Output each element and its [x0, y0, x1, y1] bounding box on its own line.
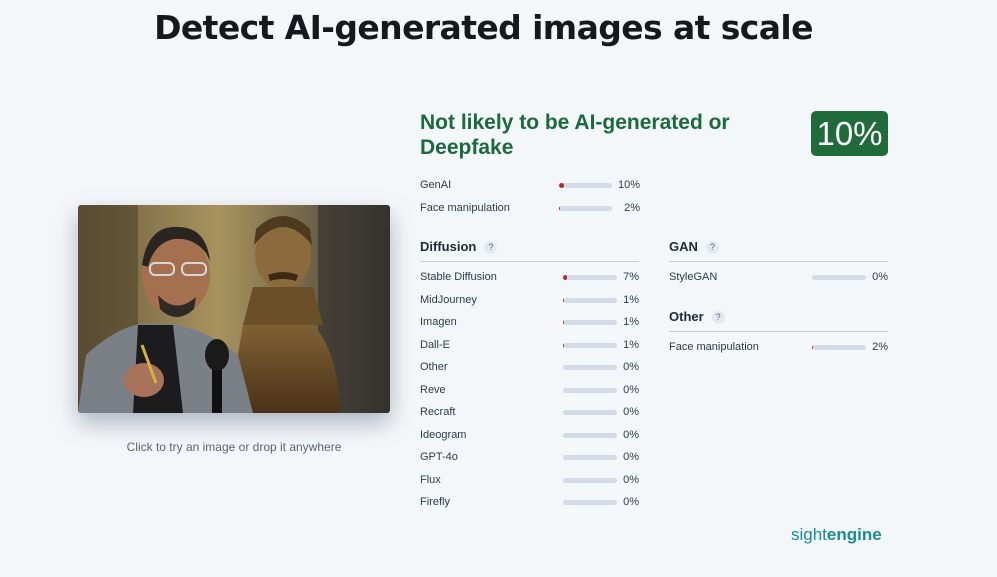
score-row: Reve 0%	[420, 382, 639, 400]
score-row: Face manipulation 2%	[669, 339, 888, 357]
sightengine-logo[interactable]: sightengine	[791, 525, 882, 545]
score-bar	[563, 365, 617, 370]
score-row: Ideogram 0%	[420, 427, 639, 445]
sample-photo	[78, 205, 390, 413]
other-heading: Other?	[669, 309, 725, 325]
page-title: Detect AI-generated images at scale	[154, 8, 813, 47]
score-bar-fill	[563, 320, 564, 325]
score-label: StyleGAN	[669, 271, 718, 283]
score-label: Flux	[420, 473, 441, 486]
sample-image-dropzone[interactable]	[78, 205, 390, 413]
gan-title: GAN	[669, 239, 698, 254]
score-bar-fill	[559, 183, 565, 188]
score-label: Face manipulation	[420, 202, 510, 214]
score-label: Dall-E	[420, 338, 450, 351]
score-percent: 2%	[872, 341, 888, 353]
score-label: Face manipulation	[669, 341, 759, 353]
other-title: Other	[669, 309, 704, 324]
score-bar	[563, 342, 617, 348]
score-bar-fill	[563, 275, 567, 280]
score-bar	[563, 500, 617, 505]
score-row: GenAI 10%	[420, 177, 640, 195]
score-row: Flux 0%	[420, 472, 639, 490]
score-percent: 0%	[623, 406, 639, 418]
verdict-text: Not likely to be AI-generated or Deepfak…	[420, 111, 730, 159]
score-label: GenAI	[420, 179, 452, 191]
score-bar	[563, 477, 617, 483]
score-bar	[812, 345, 866, 350]
score-percent: 1%	[623, 316, 639, 328]
score-bar-fill	[563, 342, 564, 348]
score-bar	[559, 183, 612, 188]
score-percent: 7%	[623, 271, 639, 283]
gan-divider	[669, 261, 888, 262]
diffusion-heading: Diffusion?	[420, 239, 498, 255]
diffusion-title: Diffusion	[420, 239, 477, 254]
score-label: Firefly	[420, 496, 450, 508]
score-percent: 0%	[623, 383, 639, 396]
score-label: Ideogram	[420, 428, 467, 441]
score-percent: 0%	[623, 496, 639, 508]
score-bar-fill	[559, 206, 561, 211]
score-bar	[563, 410, 617, 415]
score-bar	[563, 455, 617, 460]
upload-caption: Click to try an image or drop it anywher…	[126, 440, 342, 454]
gan-help-icon[interactable]: ?	[705, 241, 719, 255]
score-bar-fill	[563, 297, 564, 303]
diffusion-divider	[420, 261, 639, 262]
other-help-icon[interactable]: ?	[711, 311, 725, 325]
score-row: Imagen 1%	[420, 314, 639, 332]
score-bar	[563, 297, 617, 303]
score-label: MidJourney	[420, 293, 477, 306]
score-row: Other 0%	[420, 359, 639, 377]
score-label: Reve	[420, 383, 446, 396]
score-label: Imagen	[420, 316, 457, 328]
score-bar	[563, 320, 617, 325]
score-label: Recraft	[420, 406, 456, 418]
score-row: MidJourney 1%	[420, 292, 639, 310]
score-row: Face manipulation 2%	[420, 200, 640, 218]
score-percent: 0%	[623, 451, 639, 463]
score-row: GPT-4o 0%	[420, 449, 639, 467]
score-percent: 0%	[623, 428, 639, 441]
score-bar	[563, 432, 617, 438]
score-label: Stable Diffusion	[420, 271, 497, 283]
gan-heading: GAN?	[669, 239, 719, 255]
score-percent: 0%	[623, 361, 639, 373]
score-bar	[563, 275, 617, 280]
score-percent: 0%	[872, 271, 888, 283]
other-divider	[669, 331, 888, 332]
score-row: StyleGAN 0%	[669, 269, 888, 287]
score-row: Firefly 0%	[420, 494, 639, 512]
score-row: Recraft 0%	[420, 404, 639, 422]
score-label: GPT-4o	[420, 451, 458, 463]
score-bar	[559, 206, 612, 211]
score-percent: 0%	[623, 473, 639, 486]
diffusion-help-icon[interactable]: ?	[484, 241, 498, 255]
score-percent: 10%	[617, 179, 640, 191]
score-bar-fill	[812, 345, 814, 350]
score-bar	[812, 275, 866, 280]
brand-light: sight	[791, 525, 827, 544]
score-percent: 1%	[623, 293, 639, 306]
score-row: Stable Diffusion 7%	[420, 269, 639, 287]
score-percent: 2%	[624, 202, 640, 214]
score-badge: 10%	[811, 111, 888, 156]
score-percent: 1%	[623, 338, 639, 351]
score-label: Other	[420, 361, 448, 373]
score-row: Dall-E 1%	[420, 337, 639, 355]
score-bar	[563, 387, 617, 393]
brand-bold: engine	[826, 525, 882, 544]
